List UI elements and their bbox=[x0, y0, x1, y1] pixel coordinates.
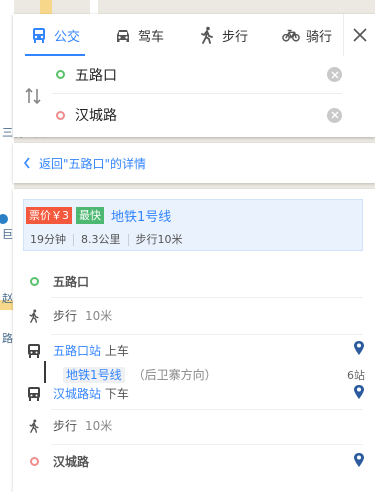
map-road bbox=[90, 0, 98, 14]
alight-station-link[interactable]: 汉城路站 bbox=[53, 387, 101, 401]
bike-icon bbox=[282, 29, 300, 42]
end-point-field[interactable]: 汉城路 bbox=[52, 96, 342, 134]
walk-icon bbox=[29, 419, 39, 433]
tab-bus-label: 公交 bbox=[53, 29, 80, 45]
step-destination: 汉城路 bbox=[23, 453, 363, 470]
route-walk-distance: 步行10米 bbox=[127, 234, 190, 246]
destination-dot-icon bbox=[29, 457, 39, 466]
step-walk: 步行 10米 bbox=[23, 417, 363, 434]
map-label: 巨 bbox=[2, 228, 13, 241]
start-point-field[interactable]: 五路口 bbox=[52, 56, 342, 94]
start-point-value[interactable]: 五路口 bbox=[75, 65, 327, 85]
price-badge: 票价￥3 bbox=[26, 207, 72, 224]
divider bbox=[51, 444, 363, 445]
location-pin-icon[interactable] bbox=[353, 340, 365, 356]
board-action: 上车 bbox=[104, 344, 129, 358]
stop-count: 6站 bbox=[347, 369, 365, 382]
route-metrics: 19分钟 8.3公里 步行10米 bbox=[30, 234, 190, 246]
route-summary[interactable]: 票价￥3 最快 地铁1号线 19分钟 8.3公里 步行10米 bbox=[23, 199, 363, 251]
line-direction: （后卫寨方向） bbox=[132, 368, 217, 382]
board-station-link[interactable]: 五路口站 bbox=[53, 344, 101, 358]
route-detail-panel: 票价￥3 最快 地铁1号线 19分钟 8.3公里 步行10米 五路口 步行 10米 bbox=[13, 189, 375, 492]
alight-action: 下车 bbox=[104, 387, 129, 401]
tab-bike-label: 骑行 bbox=[305, 29, 332, 45]
bus-icon bbox=[32, 28, 45, 43]
tab-bike[interactable]: 骑行 bbox=[265, 14, 349, 56]
step-walk: 步行 10米 bbox=[23, 307, 363, 324]
start-dot-icon bbox=[56, 70, 65, 79]
walk-icon bbox=[29, 309, 39, 323]
metro-line-chip[interactable]: 地铁1号线 bbox=[63, 367, 125, 383]
step-ride: 地铁1号线 （后卫寨方向） bbox=[23, 366, 363, 383]
clear-icon bbox=[331, 71, 338, 78]
end-point-value[interactable]: 汉城路 bbox=[75, 105, 327, 125]
step-origin: 五路口 bbox=[23, 273, 363, 290]
origin-name: 五路口 bbox=[53, 275, 90, 289]
walk-distance: 10米 bbox=[85, 419, 113, 433]
divider bbox=[51, 409, 363, 410]
tab-walk[interactable]: 步行 bbox=[181, 14, 265, 56]
location-pin-icon[interactable] bbox=[353, 452, 365, 468]
metro-icon bbox=[28, 343, 40, 358]
map-label: 赵 bbox=[2, 292, 13, 305]
tab-car[interactable]: 驾车 bbox=[97, 14, 181, 56]
close-button[interactable] bbox=[343, 14, 375, 56]
route-distance: 8.3公里 bbox=[73, 234, 128, 246]
back-link-label: 返回"五路口"的详情 bbox=[39, 156, 147, 171]
divider bbox=[51, 297, 363, 298]
tab-bus[interactable]: 公交 bbox=[13, 14, 97, 56]
step-board: 五路口站 上车 bbox=[23, 342, 363, 359]
origin-dot-icon bbox=[29, 277, 39, 286]
fastest-badge: 最快 bbox=[76, 207, 104, 224]
end-dot-icon bbox=[56, 110, 65, 120]
chevron-left-icon bbox=[23, 157, 30, 169]
back-to-details-link[interactable]: 返回"五路口"的详情 bbox=[13, 143, 375, 183]
clear-end-button[interactable] bbox=[327, 107, 342, 123]
route-line-name: 地铁1号线 bbox=[111, 210, 172, 225]
clear-start-button[interactable] bbox=[327, 67, 342, 82]
metro-icon bbox=[28, 386, 40, 401]
divider bbox=[51, 334, 363, 335]
tab-car-label: 驾车 bbox=[137, 29, 164, 45]
route-duration: 19分钟 bbox=[30, 233, 66, 246]
walk-label: 步行 bbox=[53, 419, 78, 433]
walk-icon bbox=[201, 26, 213, 44]
map-road bbox=[40, 0, 52, 14]
close-icon bbox=[352, 28, 367, 42]
map-road bbox=[0, 0, 14, 492]
walk-distance: 10米 bbox=[85, 309, 113, 323]
map-label: 路 bbox=[2, 332, 13, 345]
step-alight: 汉城路站 下车 bbox=[23, 385, 363, 402]
tab-walk-label: 步行 bbox=[221, 29, 248, 45]
destination-name: 汉城路 bbox=[53, 455, 90, 469]
location-pin-icon[interactable] bbox=[353, 384, 365, 400]
walk-label: 步行 bbox=[53, 309, 78, 323]
swap-direction-icon[interactable] bbox=[23, 86, 43, 106]
clear-icon bbox=[331, 111, 338, 119]
car-icon bbox=[116, 30, 129, 42]
route-search-panel: 公交 驾车 步行 骑行 五路口 汉城路 bbox=[13, 14, 375, 137]
travel-mode-tabs: 公交 驾车 步行 骑行 bbox=[13, 14, 349, 56]
